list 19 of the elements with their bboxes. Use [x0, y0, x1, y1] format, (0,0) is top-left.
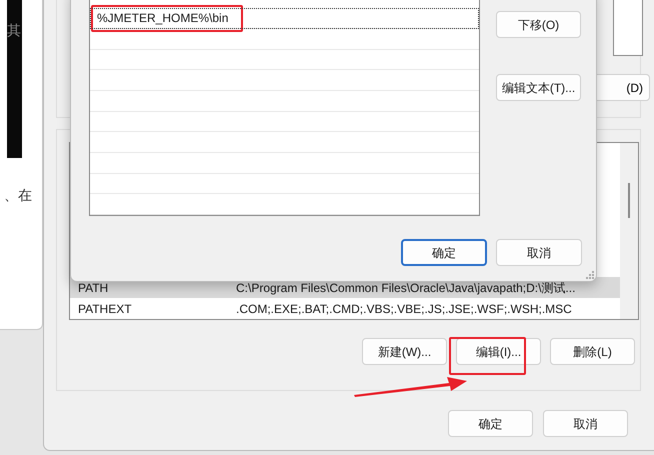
path-text: %JMETER_HOME%\bin: [97, 10, 228, 27]
footer-button[interactable]: 取消: [543, 410, 628, 437]
action-button[interactable]: 删除(L): [550, 338, 635, 365]
partial-text: 、在: [4, 186, 32, 204]
action-button[interactable]: 编辑(I)...: [456, 338, 541, 365]
side-button[interactable]: 下移(O): [496, 11, 581, 38]
dialog-button[interactable]: 确定: [401, 239, 487, 266]
side-button[interactable]: 编辑文本(T)...: [496, 74, 581, 101]
footer-button[interactable]: 确定: [448, 410, 533, 437]
resize-grip-icon: [586, 271, 594, 279]
variable-name: PATH: [77, 280, 110, 296]
variable-value: C:\Program Files\Common Files\Oracle\Java\javapath;D:\测试...: [236, 280, 576, 296]
partial-text: 其: [7, 22, 22, 38]
variable-value: .COM;.EXE;.BAT;.CMD;.VBS;.VBE;.JS;.JSE;.WSF;.WSH;.MSC: [236, 300, 572, 318]
path-entry[interactable]: %JMETER_HOME%\bin: [90, 8, 479, 29]
action-button[interactable]: 新建(W)...: [362, 338, 447, 365]
list-box: [613, 0, 643, 56]
variable-name: PATHEXT: [77, 300, 133, 318]
dialog-button[interactable]: 取消: [496, 239, 582, 266]
